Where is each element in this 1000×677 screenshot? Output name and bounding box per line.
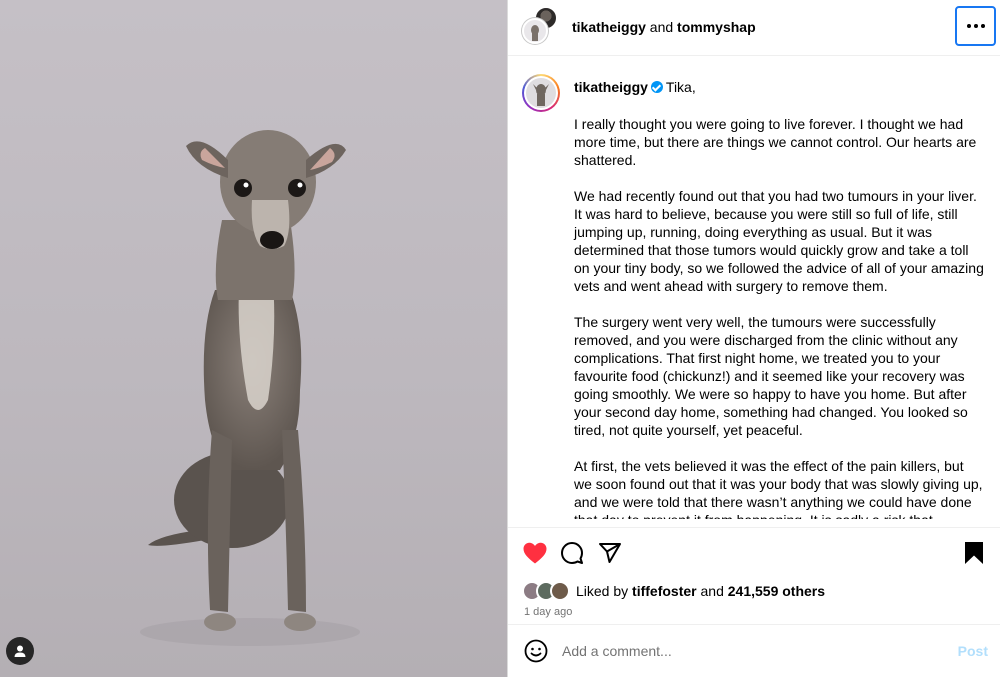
post-header: tikatheiggy and tommyshap [508,0,1000,56]
verified-badge-icon [650,80,663,93]
caption-paragraph: I really thought you were going to live … [574,115,977,168]
caption-paragraph: The surgery went very well, the tumours … [574,313,968,438]
caption-text: tikatheiggy Tika, I really thought you we… [574,74,984,519]
collab-authors: tikatheiggy and tommyshap [572,19,756,35]
likes-summary: Liked by tiffefoster and 241,559 others [508,578,1000,604]
comment-button[interactable] [560,537,598,569]
caption-area[interactable]: tikatheiggy Tika, I really thought you we… [508,56,1000,519]
authors-joiner: and [649,19,674,36]
heart-filled-icon [523,542,547,564]
comment-bar: Post [508,624,1000,677]
comment-input[interactable] [562,643,958,660]
ellipsis-icon [966,24,985,28]
post-photo[interactable] [0,0,507,677]
caption-avatar[interactable] [522,73,560,112]
bookmark-filled-icon [965,542,983,565]
liker-avatars [522,581,574,602]
post-timestamp[interactable]: 1 day ago [508,606,1000,624]
liked-by-conjunction: and [700,583,724,600]
collab-avatars[interactable] [522,6,564,48]
user-tag-icon [14,645,26,657]
save-button[interactable] [964,537,988,569]
emoji-icon[interactable] [524,639,548,663]
caption-username[interactable]: tikatheiggy [574,79,648,95]
post-details-panel: tikatheiggy and tommyshap tikatheiggy Tik… [507,0,1000,677]
post-comment-button[interactable]: Post [958,643,988,659]
more-options-button[interactable] [955,6,996,46]
dog-illustration [140,130,360,646]
author-link-2[interactable]: tommyshap [677,19,756,35]
like-button[interactable] [522,537,560,569]
caption-greeting: Tika, [665,78,696,95]
caption-paragraph: We had recently found out that you had t… [574,187,984,294]
action-bar [508,526,1000,579]
user-tag-button[interactable] [6,637,34,665]
share-icon [599,543,621,564]
liker-username[interactable]: tiffefoster [632,583,697,599]
caption-paragraph: At first, the vets believed it was the e… [574,457,983,519]
liked-by-prefix: Liked by [576,583,629,600]
author-link-1[interactable]: tikatheiggy [572,19,646,35]
avatar-tikatheiggy[interactable] [522,18,548,45]
likes-count[interactable]: 241,559 others [728,583,825,599]
share-button[interactable] [598,537,636,569]
comment-icon [561,542,583,565]
avatar [550,581,570,602]
